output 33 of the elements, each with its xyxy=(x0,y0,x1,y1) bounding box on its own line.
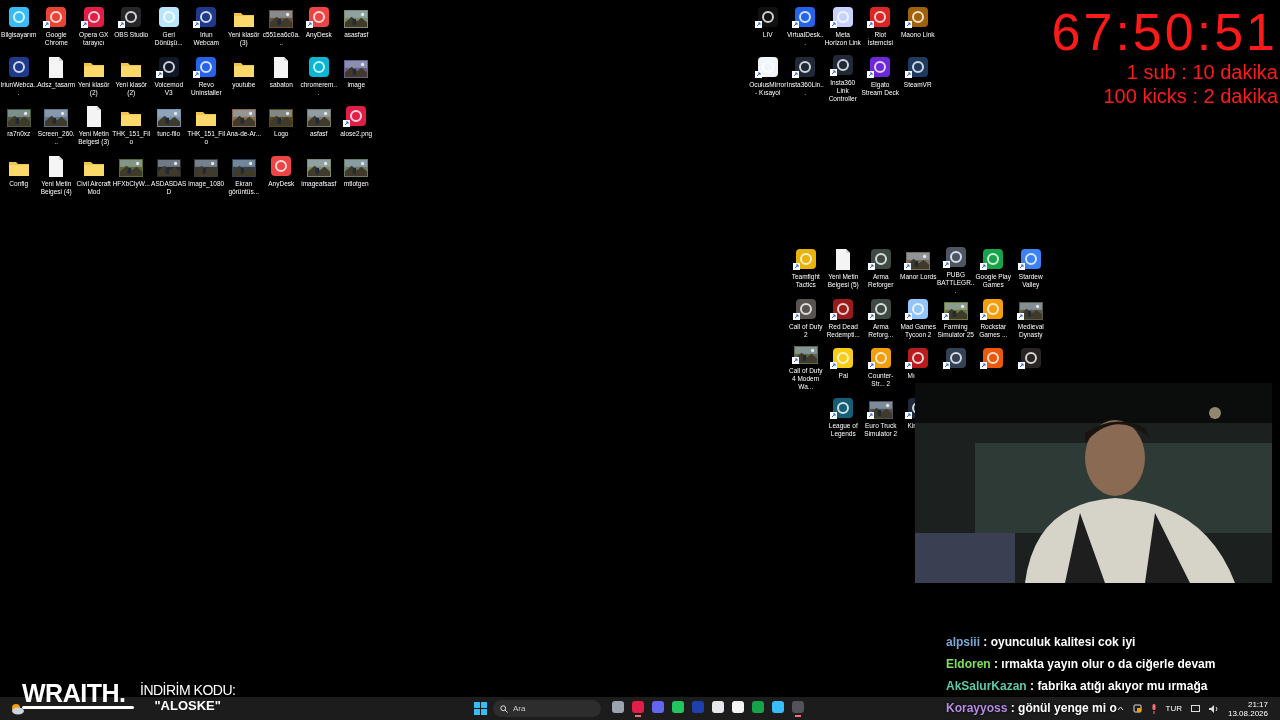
network-icon[interactable] xyxy=(1190,704,1200,713)
start-icon[interactable] xyxy=(474,702,487,715)
chat-message: AkSalurKazan : fabrika atığı akıyor mu ırmağa xyxy=(946,678,1208,695)
document-icon xyxy=(85,106,102,127)
folder-icon xyxy=(120,109,143,127)
taskbar-app-icon[interactable] xyxy=(771,700,785,714)
sponsor-logo: WRAITH. xyxy=(22,680,134,709)
chat-message: Eldoren : ırmakta yayın olur o da ciğerle devam xyxy=(946,656,1216,673)
speaker-icon[interactable] xyxy=(1208,704,1219,713)
timer-rule-text: 1 sub : 10 dakika xyxy=(1126,60,1278,84)
search-field[interactable]: Ara xyxy=(493,700,601,717)
microphone-icon[interactable] xyxy=(1150,703,1157,714)
document-icon xyxy=(48,155,65,177)
chat-message: Korayyoss : gönül yenge mi o xyxy=(946,700,1117,717)
taskbar-app-icon[interactable] xyxy=(611,700,625,714)
taskbar-app-icon[interactable] xyxy=(731,700,745,714)
timer-rule-text: 100 kicks : 2 dakika xyxy=(1103,84,1278,108)
discount-code: "ALOSKE" xyxy=(154,698,221,714)
folder-icon xyxy=(232,10,255,28)
folder-icon xyxy=(195,109,218,127)
document-icon xyxy=(835,249,852,270)
taskbar-app-icon[interactable] xyxy=(671,700,685,714)
language-indicator[interactable]: TUR xyxy=(1165,702,1182,715)
document-icon xyxy=(273,56,290,78)
countdown-timer: 67:50:51 xyxy=(1051,4,1278,60)
document-icon xyxy=(48,56,65,78)
taskbar-clock[interactable]: 21:17 13.08.2026 xyxy=(1227,699,1268,718)
weather-icon[interactable] xyxy=(10,702,24,715)
chat-message: alpsiii : oyunculuk kalitesi cok iyi xyxy=(946,634,1136,651)
taskbar-app-icon[interactable] xyxy=(711,700,725,714)
sync-icon[interactable] xyxy=(1132,704,1142,713)
search-icon xyxy=(500,704,508,713)
discount-label: İNDİRİM KODU: xyxy=(140,682,236,698)
